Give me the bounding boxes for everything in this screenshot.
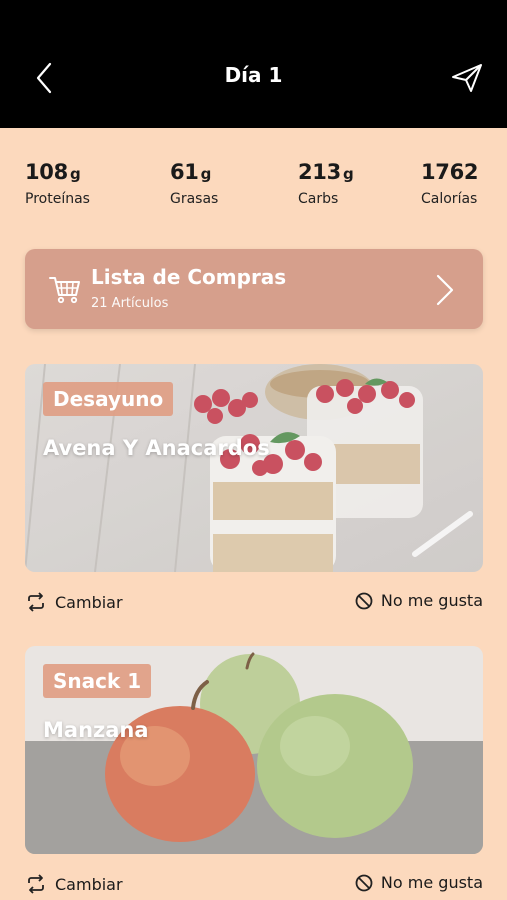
change-label: Cambiar [55,874,123,894]
meal-dish-name: Manzana [43,718,149,742]
meal-actions-snack: Cambiar No me gusta [25,873,483,899]
shopping-list-title: Lista de Compras [91,265,287,289]
macro-value: 1762 [421,160,479,184]
meal-type-badge: Desayuno [43,382,174,416]
block-icon [355,592,373,609]
change-label: Cambiar [55,592,123,612]
meal-type-badge: Snack 1 [43,664,152,698]
meal-actions-breakfast: Cambiar No me gusta [25,591,483,617]
meal-card-snack[interactable]: Snack 1 Manzana [25,646,483,854]
page-title: Día 1 [224,63,283,87]
change-meal-button[interactable]: Cambiar [25,873,123,895]
dislike-meal-button[interactable]: No me gusta [355,591,483,610]
shopping-list-count: 21 Artículos [91,296,169,311]
macro-label: Carbs [298,191,339,207]
swap-icon [28,874,44,894]
shopping-cart-icon [49,277,80,304]
share-button[interactable] [447,60,487,96]
block-icon [355,874,373,891]
macro-label: Grasas [170,191,219,207]
shopping-list-card[interactable]: Lista de Compras 21 Artículos [25,249,483,329]
macro-label: Calorías [421,191,478,207]
macro-summary: 108 g Proteínas 61 g Grasas 213 g Carbs 176… [0,160,507,220]
macro-unit: g [200,165,212,183]
paper-plane-icon [452,64,482,92]
dislike-label: No me gusta [380,591,483,610]
macro-label: Proteínas [25,191,90,207]
dislike-meal-button[interactable]: No me gusta [355,873,483,892]
macro-unit: g [342,165,354,183]
macro-protein: 108 g Proteínas [25,160,90,207]
change-meal-button[interactable]: Cambiar [25,591,123,613]
top-bar: Día 1 [0,0,507,128]
dislike-label: No me gusta [380,873,483,892]
macro-unit: g [69,165,81,183]
chevron-right-icon [436,274,454,306]
macro-value: 213 [298,160,341,184]
macro-value: 108 [25,160,68,184]
macro-carbs: 213 g Carbs [298,160,354,207]
meal-card-breakfast[interactable]: Desayuno Avena Y Anacardos [25,364,483,572]
macro-value: 61 [170,160,199,184]
meal-dish-name: Avena Y Anacardos [43,436,270,460]
swap-icon [28,592,44,612]
macro-calories: 1762 Calorías [421,160,480,207]
macro-fat: 61 g Grasas [170,160,218,207]
